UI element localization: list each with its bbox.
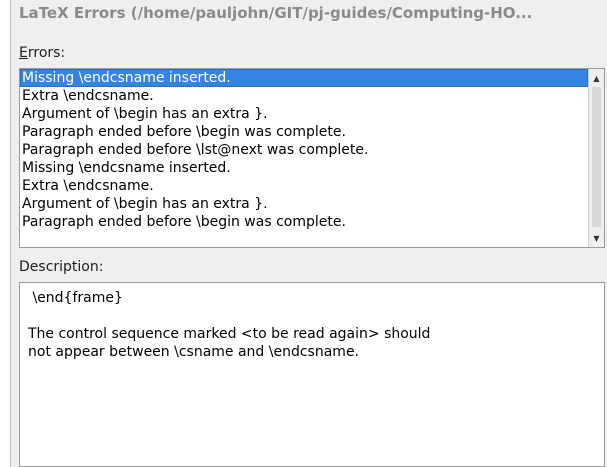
error-list-item[interactable]: Extra \endcsname. — [20, 87, 588, 105]
error-list-item[interactable]: Missing \endcsname inserted. — [20, 69, 588, 87]
errors-label: Errors: — [19, 45, 65, 61]
error-list-item[interactable]: Argument of \begin has an extra }. — [20, 105, 588, 123]
error-list-item[interactable]: Paragraph ended before \lst@next was com… — [20, 141, 588, 159]
scroll-down-arrow-icon[interactable]: ▼ — [589, 231, 604, 245]
error-list-item[interactable]: Argument of \begin has an extra }. — [20, 195, 588, 213]
description-line: \end{frame} — [28, 290, 123, 306]
errors-label-mnemonic: E — [19, 45, 28, 61]
error-list-item[interactable]: Paragraph ended before \begin was comple… — [20, 123, 588, 141]
description-text-area[interactable]: \end{frame} The control sequence marked … — [19, 282, 605, 467]
errors-label-text: rrors: — [27, 45, 66, 61]
error-list-scrollbar[interactable]: ▲ ▼ — [588, 69, 604, 247]
description-label: Description: — [19, 259, 104, 275]
error-list-item[interactable]: Missing \endcsname inserted. — [20, 159, 588, 177]
description-line: The control sequence marked <to be read … — [28, 326, 431, 342]
description-line: not appear between \csname and \endcsnam… — [28, 344, 360, 360]
error-list-items: Missing \endcsname inserted. Extra \endcs… — [20, 69, 588, 231]
scrollbar-thumb[interactable] — [592, 87, 601, 227]
error-list-item[interactable]: Paragraph ended before \begin was comple… — [20, 213, 588, 231]
window-title: LaTeX Errors (/home/pauljohn/GIT/pj-guid… — [19, 4, 533, 22]
title-bar[interactable]: LaTeX Errors (/home/pauljohn/GIT/pj-guid… — [11, 0, 607, 32]
scroll-up-arrow-icon[interactable]: ▲ — [589, 71, 604, 85]
description-blank-line — [28, 307, 596, 325]
error-list[interactable]: Missing \endcsname inserted. Extra \endcs… — [19, 68, 605, 248]
latex-errors-dialog: LaTeX Errors (/home/pauljohn/GIT/pj-guid… — [10, 0, 607, 467]
error-list-item[interactable]: Extra \endcsname. — [20, 177, 588, 195]
